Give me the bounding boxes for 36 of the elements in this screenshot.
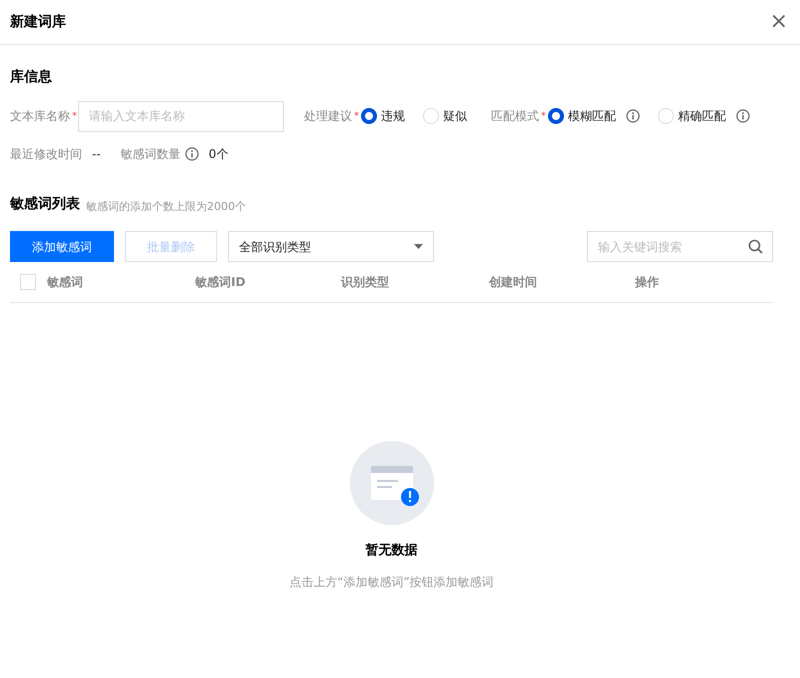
column-header: 敏感词ID [195,274,246,291]
radio-option[interactable]: 模糊匹配 [548,107,616,125]
caret-icon [414,244,423,249]
field-label: 文本库名称 [10,108,70,125]
search-field[interactable]: 输入关键词搜索 [587,231,773,262]
empty-document-icon [350,441,434,525]
dialog-title: 新建词库 [10,12,66,32]
empty-title: 暂无数据 [366,542,418,560]
select-all-checkbox[interactable] [20,274,36,290]
column-header: 敏感词 [47,274,84,291]
required-mark: * [72,110,77,124]
name-input-field[interactable]: 请输入文本库名称 [78,100,284,132]
meta-label: 最近修改时间 [10,146,82,163]
section-title: 库信息 [10,68,53,87]
search-icon [748,239,763,254]
column-header: 识别类型 [341,274,390,291]
section-title: 敏感词列表 [10,195,80,214]
radio-option[interactable]: 精确匹配 [658,107,726,125]
meta-label: 敏感词数量 [120,146,181,163]
limit-hint: 敏感词的添加个数上限为2000个 [86,198,246,214]
empty-description: 点击上方“添加敏感词”按钮添加敏感词 [289,574,494,590]
radio-option[interactable]: 疑似 [423,107,467,125]
radio-option[interactable]: 违规 [361,107,405,125]
field-label: 处理建议 [304,108,352,125]
close-button[interactable]: × [770,11,790,33]
required-mark: * [354,110,359,124]
column-header: 操作 [635,274,660,291]
field-label: 匹配模式 [491,108,539,125]
column-header: 创建时间 [489,274,538,291]
radio-button[interactable] [548,108,564,124]
meta-value: -- [92,146,101,163]
add-word-button[interactable]: 添加敏感词 [10,231,114,262]
radio-button[interactable] [361,108,377,124]
required-mark: * [541,110,546,124]
type-filter-dropdown[interactable]: 全部识别类型 [228,231,434,262]
meta-value: 0个 [208,146,228,163]
